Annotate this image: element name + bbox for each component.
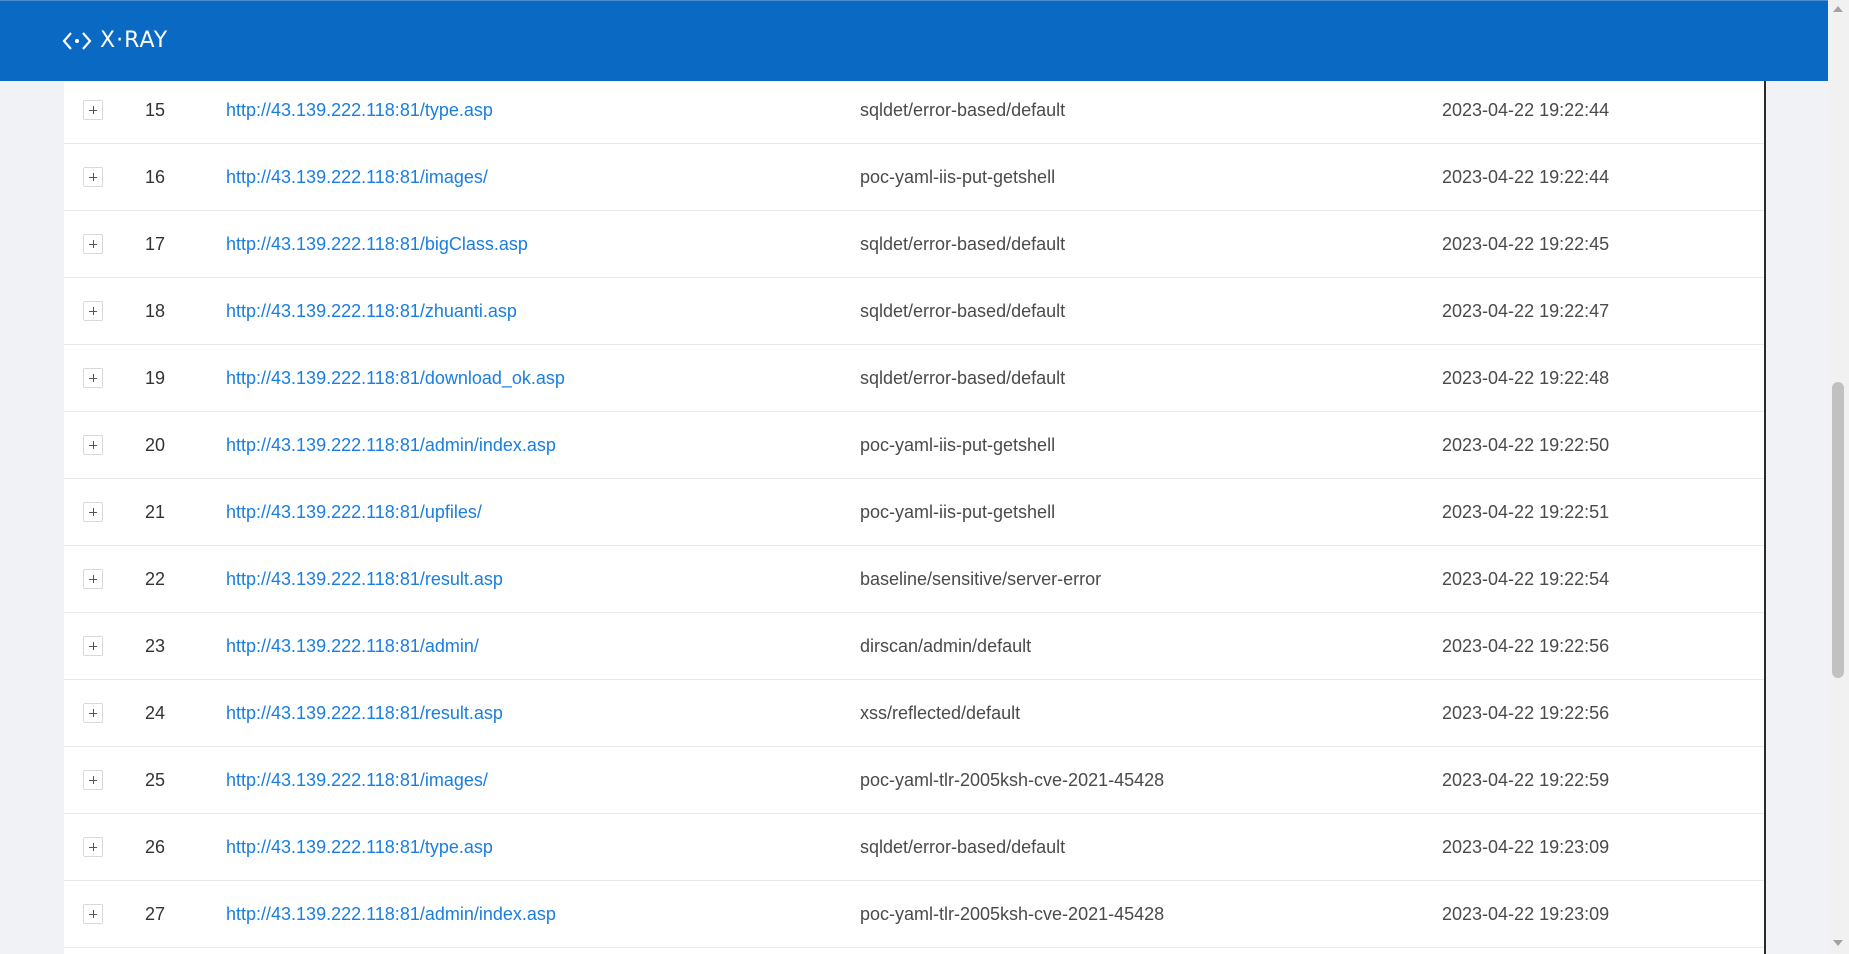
plugin-name: sqldet/error-based/default xyxy=(860,301,1066,321)
table-row: 17 http://43.139.222.118:81/bigClass.asp s… xyxy=(64,211,1764,278)
plugin-name: sqldet/error-based/default xyxy=(860,100,1066,120)
create-time: 2023-04-22 19:22:48 xyxy=(1442,368,1610,388)
row-id: 24 xyxy=(145,703,166,723)
expand-row-icon[interactable] xyxy=(83,234,103,254)
table-row: 18 http://43.139.222.118:81/zhuanti.asp sq… xyxy=(64,278,1764,345)
target-url-link[interactable]: http://43.139.222.118:81/images/ xyxy=(226,747,488,814)
table-row: 26 http://43.139.222.118:81/type.asp sqlde… xyxy=(64,814,1764,881)
row-id: 20 xyxy=(145,435,166,455)
plugin-name: sqldet/error-based/default xyxy=(860,368,1066,388)
row-id: 22 xyxy=(145,569,166,589)
scroll-down-arrow-icon[interactable] xyxy=(1833,940,1843,946)
expand-row-icon[interactable] xyxy=(83,502,103,522)
scroll-thumb[interactable] xyxy=(1832,382,1844,678)
expand-row-icon[interactable] xyxy=(83,703,103,723)
create-time: 2023-04-22 19:22:59 xyxy=(1442,770,1610,790)
top-header: X·RAY xyxy=(0,0,1828,81)
xray-logo[interactable]: X·RAY xyxy=(62,28,168,53)
create-time: 2023-04-22 19:22:47 xyxy=(1442,301,1610,321)
vulnerability-table: 15 http://43.139.222.118:81/type.asp sqlde… xyxy=(64,81,1766,954)
target-url-link[interactable]: http://43.139.222.118:81/admin/ xyxy=(226,613,479,680)
expand-row-icon[interactable] xyxy=(83,770,103,790)
expand-row-icon[interactable] xyxy=(83,636,103,656)
create-time: 2023-04-22 19:22:50 xyxy=(1442,435,1610,455)
target-url-link[interactable]: http://43.139.222.118:81/bigClass.asp xyxy=(226,211,528,278)
plugin-name: sqldet/error-based/default xyxy=(860,234,1066,254)
vertical-scrollbar[interactable] xyxy=(1828,0,1849,954)
expand-row-icon[interactable] xyxy=(83,167,103,187)
create-time: 2023-04-22 19:23:09 xyxy=(1442,837,1610,857)
code-brackets-icon xyxy=(62,31,92,50)
target-url-link[interactable]: http://43.139.222.118:81/zhuanti.asp xyxy=(226,278,517,345)
table-row: 24 http://43.139.222.118:81/result.asp xss… xyxy=(64,680,1764,747)
target-url-link[interactable]: http://43.139.222.118:81/images/ xyxy=(226,144,488,211)
expand-row-icon[interactable] xyxy=(83,837,103,857)
table-row: 27 http://43.139.222.118:81/admin/index.a… xyxy=(64,881,1764,948)
row-id: 27 xyxy=(145,904,166,924)
plugin-name: poc-yaml-tlr-2005ksh-cve-2021-45428 xyxy=(860,904,1165,924)
create-time: 2023-04-22 19:22:44 xyxy=(1442,167,1610,187)
plugin-name: poc-yaml-iis-put-getshell xyxy=(860,167,1056,187)
table-row: 22 http://43.139.222.118:81/result.asp bas… xyxy=(64,546,1764,613)
row-id: 16 xyxy=(145,167,166,187)
target-url-link[interactable]: http://43.139.222.118:81/result.asp xyxy=(226,546,503,613)
expand-row-icon[interactable] xyxy=(83,904,103,924)
table-row: 15 http://43.139.222.118:81/type.asp sqlde… xyxy=(64,81,1764,144)
create-time: 2023-04-22 19:23:09 xyxy=(1442,904,1610,924)
plugin-name: poc-yaml-iis-put-getshell xyxy=(860,502,1056,522)
row-id: 18 xyxy=(145,301,166,321)
create-time: 2023-04-22 19:22:54 xyxy=(1442,569,1610,589)
row-id: 25 xyxy=(145,770,166,790)
table-row: 23 http://43.139.222.118:81/admin/dirscan… xyxy=(64,613,1764,680)
target-url-link[interactable]: http://43.139.222.118:81/result.asp xyxy=(226,680,503,747)
table-row: 20 http://43.139.222.118:81/admin/index.a… xyxy=(64,412,1764,479)
plugin-name: sqldet/error-based/default xyxy=(860,837,1066,857)
row-id: 23 xyxy=(145,636,166,656)
scroll-up-arrow-icon[interactable] xyxy=(1833,6,1843,12)
plugin-name: poc-yaml-iis-put-getshell xyxy=(860,435,1056,455)
plugin-name: baseline/sensitive/server-error xyxy=(860,569,1102,589)
table-row: 16 http://43.139.222.118:81/images/poc-ya… xyxy=(64,144,1764,211)
create-time: 2023-04-22 19:22:56 xyxy=(1442,636,1610,656)
expand-row-icon[interactable] xyxy=(83,569,103,589)
row-id: 26 xyxy=(145,837,166,857)
expand-row-icon[interactable] xyxy=(83,368,103,388)
plugin-name: dirscan/admin/default xyxy=(860,636,1032,656)
target-url-link[interactable]: http://43.139.222.118:81/admin/index.asp xyxy=(226,412,556,479)
expand-row-icon[interactable] xyxy=(83,100,103,120)
table-row: 21 http://43.139.222.118:81/upfiles/poc-y… xyxy=(64,479,1764,546)
target-url-link[interactable]: http://43.139.222.118:81/upfiles/ xyxy=(226,479,482,546)
expand-row-icon[interactable] xyxy=(83,301,103,321)
logo-text: X·RAY xyxy=(100,28,169,53)
plugin-name: poc-yaml-tlr-2005ksh-cve-2021-45428 xyxy=(860,770,1165,790)
row-id: 19 xyxy=(145,368,166,388)
plugin-name: xss/reflected/default xyxy=(860,703,1021,723)
create-time: 2023-04-22 19:22:44 xyxy=(1442,100,1610,120)
row-id: 21 xyxy=(145,502,166,522)
target-url-link[interactable]: http://43.139.222.118:81/type.asp xyxy=(226,81,493,144)
create-time: 2023-04-22 19:22:45 xyxy=(1442,234,1610,254)
row-id: 15 xyxy=(145,100,166,120)
table-row: 19 http://43.139.222.118:81/download_ok.a… xyxy=(64,345,1764,412)
target-url-link[interactable]: http://43.139.222.118:81/download_ok.asp xyxy=(226,345,565,412)
target-url-link[interactable]: http://43.139.222.118:81/admin/index.asp xyxy=(226,881,556,948)
create-time: 2023-04-22 19:22:51 xyxy=(1442,502,1610,522)
table-row: 25 http://43.139.222.118:81/images/poc-ya… xyxy=(64,747,1764,814)
expand-row-icon[interactable] xyxy=(83,435,103,455)
target-url-link[interactable]: http://43.139.222.118:81/type.asp xyxy=(226,814,493,881)
create-time: 2023-04-22 19:22:56 xyxy=(1442,703,1610,723)
row-id: 17 xyxy=(145,234,166,254)
